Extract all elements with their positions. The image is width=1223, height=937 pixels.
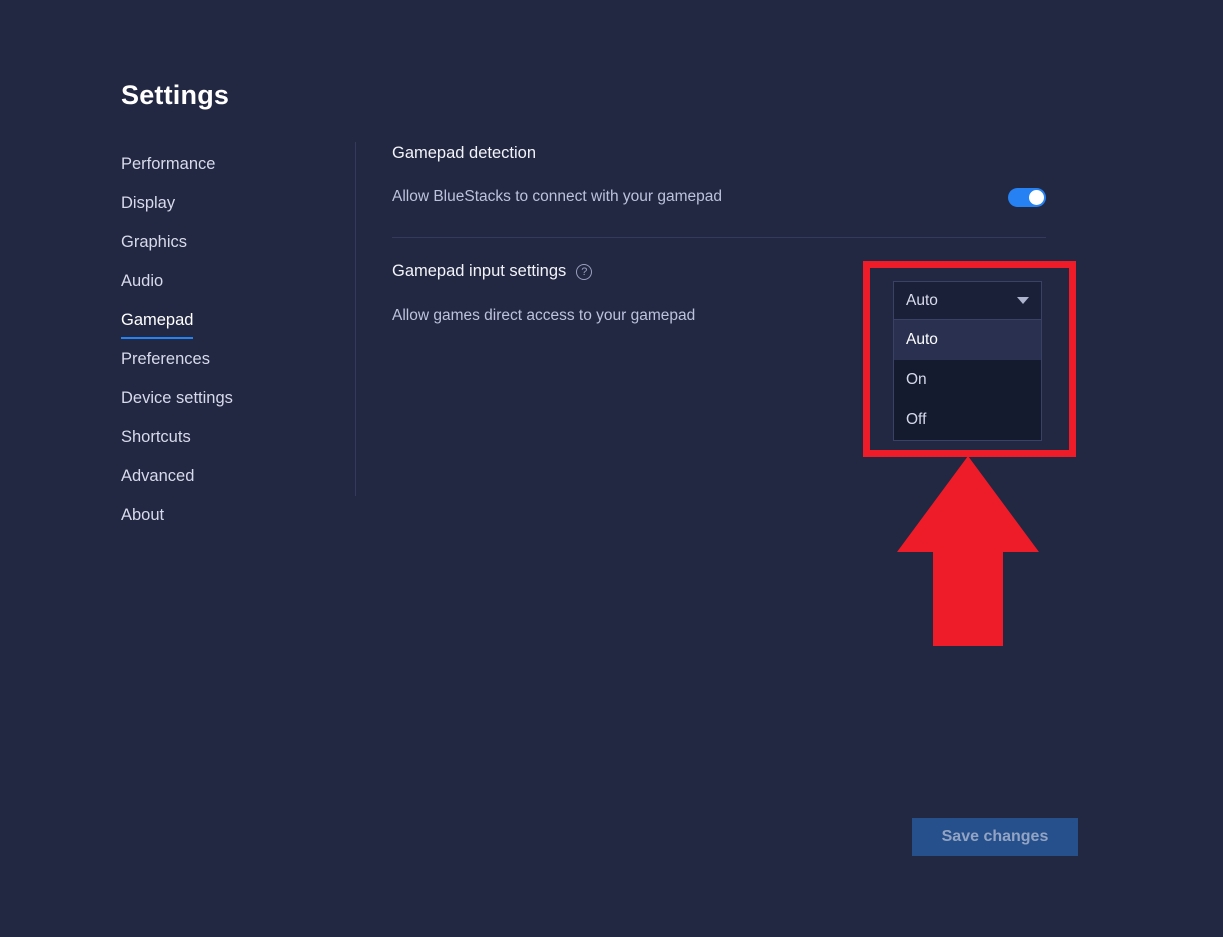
sidebar-item-label: Preferences bbox=[121, 350, 210, 368]
sidebar-item-gamepad[interactable]: Gamepad bbox=[121, 308, 336, 347]
sidebar-item-label: Display bbox=[121, 194, 176, 212]
sidebar-item-label: Shortcuts bbox=[121, 428, 191, 446]
gamepad-input-mode-dropdown: Auto Auto On Off bbox=[893, 281, 1042, 441]
dropdown-option-off[interactable]: Off bbox=[894, 400, 1041, 440]
page-title: Settings bbox=[121, 80, 230, 110]
dropdown-toggle-button[interactable]: Auto bbox=[893, 281, 1042, 320]
sidebar-item-audio[interactable]: Audio bbox=[121, 269, 336, 308]
help-glyph: ? bbox=[581, 265, 588, 278]
dropdown-option-auto[interactable]: Auto bbox=[894, 320, 1041, 360]
gamepad-detection-toggle[interactable] bbox=[1008, 187, 1046, 207]
settings-window: Settings Performance Display Graphics Au… bbox=[0, 0, 1223, 937]
section-divider bbox=[392, 237, 1046, 238]
sidebar-item-label: Graphics bbox=[121, 233, 188, 251]
section-heading: Gamepad detection bbox=[392, 142, 1046, 164]
sidebar-item-device-settings[interactable]: Device settings bbox=[121, 386, 336, 425]
dropdown-option-label: Auto bbox=[906, 331, 938, 348]
section-gamepad-detection: Gamepad detection Allow BlueStacks to co… bbox=[392, 142, 1046, 238]
dropdown-option-label: On bbox=[906, 371, 927, 388]
dropdown-options-list: Auto On Off bbox=[893, 320, 1042, 441]
sidebar-item-label: Performance bbox=[121, 155, 216, 173]
dropdown-option-on[interactable]: On bbox=[894, 360, 1041, 400]
help-circle-icon[interactable]: ? bbox=[576, 264, 593, 280]
gamepad-input-label: Allow games direct access to your gamepa… bbox=[392, 307, 696, 324]
red-up-arrow-icon bbox=[897, 456, 1039, 646]
sidebar-item-performance[interactable]: Performance bbox=[121, 152, 336, 191]
sidebar-item-about[interactable]: About bbox=[121, 503, 336, 542]
toggle-knob bbox=[1029, 189, 1044, 205]
gamepad-detection-row: Allow BlueStacks to connect with your ga… bbox=[392, 186, 1046, 208]
save-changes-button[interactable]: Save changes bbox=[912, 818, 1078, 856]
sidebar-content-divider bbox=[355, 142, 356, 496]
dropdown-selected-value: Auto bbox=[906, 291, 938, 309]
sidebar-item-shortcuts[interactable]: Shortcuts bbox=[121, 425, 336, 464]
section-heading-label: Gamepad input settings bbox=[392, 262, 567, 280]
sidebar-item-label: Advanced bbox=[121, 467, 195, 485]
chevron-down-icon bbox=[1017, 297, 1029, 304]
sidebar-item-advanced[interactable]: Advanced bbox=[121, 464, 336, 503]
dropdown-option-label: Off bbox=[906, 411, 927, 428]
section-heading: Gamepad input settings ? bbox=[392, 260, 1046, 282]
section-heading-label: Gamepad detection bbox=[392, 144, 537, 162]
sidebar-item-label: Audio bbox=[121, 272, 164, 290]
sidebar-item-graphics[interactable]: Graphics bbox=[121, 230, 336, 269]
sidebar-item-label: Device settings bbox=[121, 389, 233, 407]
gamepad-detection-label: Allow BlueStacks to connect with your ga… bbox=[392, 188, 722, 205]
sidebar-item-preferences[interactable]: Preferences bbox=[121, 347, 336, 386]
sidebar-item-label: About bbox=[121, 506, 165, 524]
sidebar-item-display[interactable]: Display bbox=[121, 191, 336, 230]
settings-sidebar: Performance Display Graphics Audio Gamep… bbox=[121, 152, 336, 542]
sidebar-item-label: Gamepad bbox=[121, 308, 194, 339]
